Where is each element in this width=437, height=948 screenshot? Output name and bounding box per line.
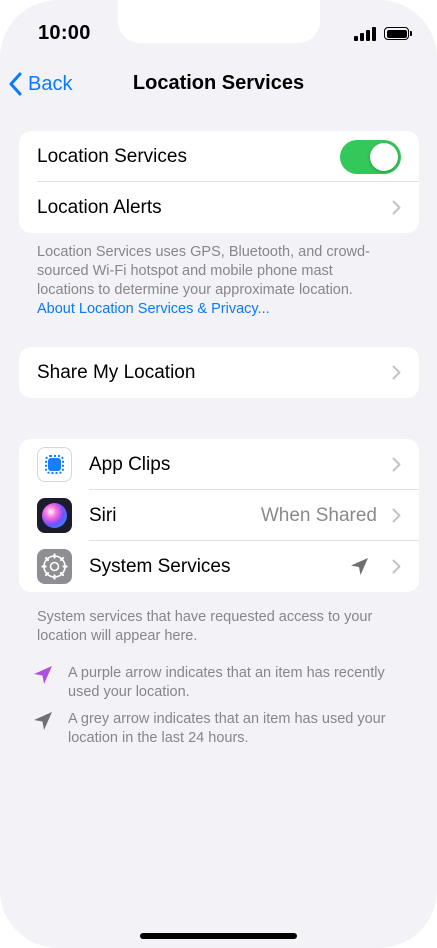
system-services-label: System Services <box>89 555 231 577</box>
app-clips-label: App Clips <box>89 453 171 475</box>
page-title: Location Services <box>132 72 305 94</box>
share-my-location-label: Share My Location <box>37 361 196 383</box>
share-my-location-row[interactable]: Share My Location <box>19 347 419 398</box>
battery-icon <box>384 27 412 40</box>
chevron-right-icon <box>392 457 401 472</box>
settings-gear-icon <box>37 549 72 584</box>
location-arrow-icon <box>351 558 368 575</box>
location-services-toggle[interactable] <box>340 140 401 174</box>
location-alerts-label: Location Alerts <box>37 196 162 218</box>
about-privacy-link[interactable]: About Location Services & Privacy... <box>37 301 270 317</box>
siri-value: When Shared <box>260 504 377 526</box>
chevron-right-icon <box>392 559 401 574</box>
system-services-note: System services that have requested acce… <box>37 609 373 644</box>
status-time: 10:00 <box>38 22 91 44</box>
notch <box>118 0 320 43</box>
location-services-row: Location Services <box>19 131 419 182</box>
share-location-group: Share My Location <box>19 347 419 398</box>
chevron-right-icon <box>392 365 401 380</box>
description-text: Location Services uses GPS, Bluetooth, a… <box>37 244 370 298</box>
toggle-knob <box>370 143 398 171</box>
location-services-description: Location Services uses GPS, Bluetooth, a… <box>37 243 387 319</box>
home-indicator[interactable] <box>140 933 297 939</box>
grey-arrow-note: A grey arrow indicates that an item has … <box>68 711 386 746</box>
cellular-signal-icon <box>354 27 378 41</box>
chevron-right-icon <box>392 200 401 215</box>
phone-screen: 10:00 Back Location Services Location Se… <box>0 0 437 948</box>
system-services-row[interactable]: System Services <box>19 541 419 592</box>
siri-label: Siri <box>89 504 117 526</box>
app-clips-icon <box>37 447 72 482</box>
location-settings-group: Location Services Location Alerts <box>19 131 419 233</box>
chevron-right-icon <box>392 508 401 523</box>
grey-location-arrow-icon <box>34 712 52 730</box>
siri-row[interactable]: Siri When Shared <box>19 490 419 541</box>
location-alerts-row[interactable]: Location Alerts <box>19 182 419 233</box>
app-clips-row[interactable]: App Clips <box>19 439 419 490</box>
siri-icon <box>37 498 72 533</box>
apps-group: App Clips Siri When Shared System Servic… <box>19 439 419 592</box>
purple-arrow-note: A purple arrow indicates that an item ha… <box>68 665 385 700</box>
location-services-label: Location Services <box>37 145 187 167</box>
purple-location-arrow-icon <box>34 666 52 684</box>
